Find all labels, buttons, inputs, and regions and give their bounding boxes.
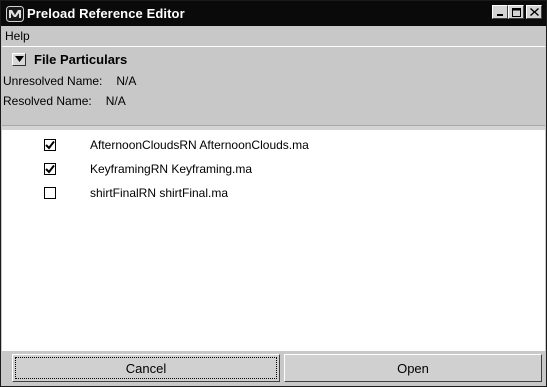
menu-help[interactable]: Help <box>1 29 34 43</box>
checkmark-icon <box>45 164 55 174</box>
resolved-name-label: Resolved Name: <box>3 94 92 108</box>
file-particulars-header[interactable]: File Particulars <box>2 47 545 71</box>
reference-label: KeyframingRN Keyframing.ma <box>90 162 253 176</box>
reference-checkbox[interactable] <box>44 163 56 175</box>
file-particulars-frame: File Particulars Unresolved Name: N/A Re… <box>2 46 545 127</box>
unresolved-name-label: Unresolved Name: <box>3 74 103 88</box>
checkmark-icon <box>45 140 55 150</box>
resolved-name-row: Resolved Name: N/A <box>2 91 545 111</box>
close-button[interactable] <box>526 5 542 19</box>
title-bar[interactable]: Preload Reference Editor <box>1 1 546 26</box>
menu-bar: Help <box>1 26 546 46</box>
window-controls <box>492 5 542 19</box>
reference-checkbox[interactable] <box>44 139 56 151</box>
cancel-button[interactable]: Cancel <box>12 354 280 382</box>
maximize-button[interactable] <box>508 5 524 19</box>
reference-label: AfternoonCloudsRN AfternoonClouds.ma <box>90 138 309 152</box>
button-bar: Cancel Open <box>2 351 545 386</box>
unresolved-name-row: Unresolved Name: N/A <box>2 71 545 91</box>
triangle-down-icon[interactable] <box>12 52 26 66</box>
minimize-button[interactable] <box>492 5 508 19</box>
open-button[interactable]: Open <box>284 354 542 382</box>
reference-checkbox[interactable] <box>44 187 56 199</box>
file-particulars-title: File Particulars <box>34 51 128 67</box>
maya-icon <box>5 5 25 23</box>
resolved-name-value: N/A <box>105 94 126 108</box>
reference-label: shirtFinalRN shirtFinal.ma <box>90 186 229 200</box>
preload-reference-editor-window: Preload Reference Editor Help File Parti… <box>0 0 547 387</box>
window-title: Preload Reference Editor <box>27 6 185 21</box>
reference-list: AfternoonCloudsRN AfternoonClouds.ma Key… <box>2 131 545 351</box>
unresolved-name-value: N/A <box>116 74 137 88</box>
